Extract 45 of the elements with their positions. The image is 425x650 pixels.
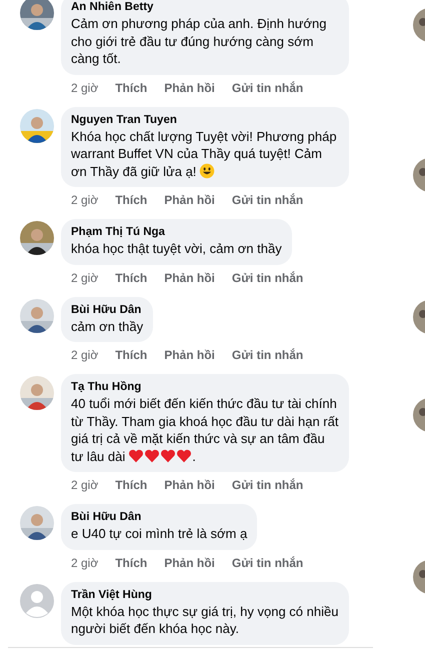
comment-action-link[interactable]: Gửi tin nhắn bbox=[232, 556, 304, 570]
comment-action-link[interactable]: Gửi tin nhắn bbox=[232, 270, 304, 284]
author-name[interactable]: Nguyen Tran Tuyen bbox=[71, 112, 339, 128]
comment-action-link[interactable]: Gửi tin nhắn bbox=[232, 348, 304, 362]
heart-emoji-icon bbox=[144, 448, 160, 464]
author-name[interactable]: Bùi Hữu Dân bbox=[71, 510, 248, 525]
comment-text: khóa học thật tuyệt vời, cảm ơn thầy bbox=[71, 240, 282, 258]
comment-text: 40 tuổi mới biết đến kiến thức đầu tư tài chính từ Thầy. Tham gia khoá học đầu tư dài hạn rất giá trị cả về mặt kiến thức và sự an tâm đầu tư lâu dài . bbox=[71, 395, 339, 465]
comment-action-link[interactable]: Phản hồi bbox=[164, 478, 215, 492]
comment-time: 2 giờ bbox=[71, 556, 98, 570]
author-name[interactable]: An Nhiên Betty bbox=[71, 0, 339, 15]
heart-emoji-icon bbox=[160, 448, 176, 464]
comment-time: 2 giờ bbox=[71, 270, 98, 284]
author-name[interactable]: Tạ Thu Hồng bbox=[71, 380, 339, 395]
comment-action-link[interactable]: Phản hồi bbox=[164, 80, 215, 94]
comment-action-link[interactable]: Thích bbox=[115, 348, 148, 362]
comment-action-link[interactable]: Thích bbox=[115, 556, 148, 570]
grinning-emoji-icon bbox=[199, 162, 216, 178]
comment-action-link[interactable]: Thích bbox=[115, 270, 148, 284]
heart-emoji-icon bbox=[176, 448, 192, 464]
comment-text: Một khóa học thực sự giá trị, hy vọng có nhiều người biết đến khóa học này. bbox=[71, 602, 339, 638]
comment-action-link[interactable]: Phản hồi bbox=[164, 348, 215, 362]
comment-time: 2 giờ bbox=[71, 80, 98, 94]
comment-action-link[interactable]: Gửi tin nhắn bbox=[232, 193, 304, 207]
comment-action-link[interactable]: Phản hồi bbox=[164, 193, 215, 207]
author-name[interactable]: Phạm Thị Tú Nga bbox=[71, 225, 282, 240]
comment-time: 2 giờ bbox=[71, 193, 98, 207]
comment-action-link[interactable]: Thích bbox=[115, 478, 148, 492]
heart-emoji-icon bbox=[128, 448, 144, 464]
comment-action-link[interactable]: Thích bbox=[115, 80, 148, 94]
comment-action-link[interactable]: Gửi tin nhắn bbox=[232, 80, 304, 94]
comment-action-link[interactable]: Phản hồi bbox=[164, 270, 215, 284]
comment-text: cảm ơn thầy bbox=[71, 318, 144, 335]
author-name[interactable]: Bùi Hữu Dân bbox=[71, 302, 144, 318]
comment-text: e U40 tự coi mình trẻ là sớm ạ bbox=[71, 525, 248, 542]
comment-action-link[interactable]: Gửi tin nhắn bbox=[232, 478, 304, 492]
comment-time: 2 giờ bbox=[71, 478, 98, 492]
comment-text: Cảm ơn phương pháp của anh. Định hướng cho giới trẻ đầu tư đúng hướng càng sớm càng tốt. bbox=[71, 15, 328, 68]
default-avatar-icon bbox=[20, 584, 54, 618]
comment-time: 2 giờ bbox=[71, 348, 98, 362]
comment-action-link[interactable]: Phản hồi bbox=[164, 556, 215, 570]
comment-text: Khóa học chất lượng Tuyệt vời! Phương pháp warrant Buffet VN của Thầy quá tuyệt! Cảm ơn Thầy đã giữ lửa ạ! bbox=[71, 128, 338, 180]
comment-text: . bbox=[192, 448, 196, 464]
author-name[interactable]: Trần Việt Hùng bbox=[71, 588, 339, 602]
comment-action-link[interactable]: Thích bbox=[115, 193, 148, 207]
